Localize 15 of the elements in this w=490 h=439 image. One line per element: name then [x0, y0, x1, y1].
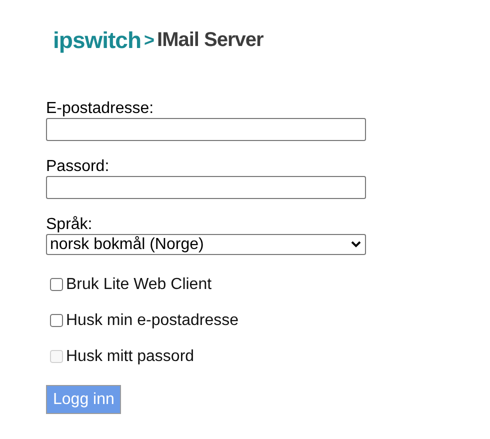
logo-brand: ipswitch: [53, 26, 142, 55]
checkbox-label: Bruk Lite Web Client: [66, 274, 212, 294]
password-field[interactable]: [46, 176, 366, 199]
logo-chevron: >: [144, 28, 154, 52]
language-select[interactable]: norsk bokmål (Norge): [46, 234, 366, 255]
field-label: Passord:: [46, 158, 110, 176]
checkbox-label: Husk mitt passord: [66, 346, 194, 366]
chevron-down-icon: [351, 241, 361, 248]
field-label: Språk:: [46, 216, 94, 234]
field-label: E-postadresse:: [46, 100, 155, 118]
email-field[interactable]: [46, 118, 366, 141]
checkbox[interactable]: [50, 278, 63, 291]
checkbox-label: Husk min e-postadresse: [66, 310, 239, 330]
logo-product: IMail Server: [157, 28, 264, 53]
checkbox[interactable]: [50, 314, 63, 327]
